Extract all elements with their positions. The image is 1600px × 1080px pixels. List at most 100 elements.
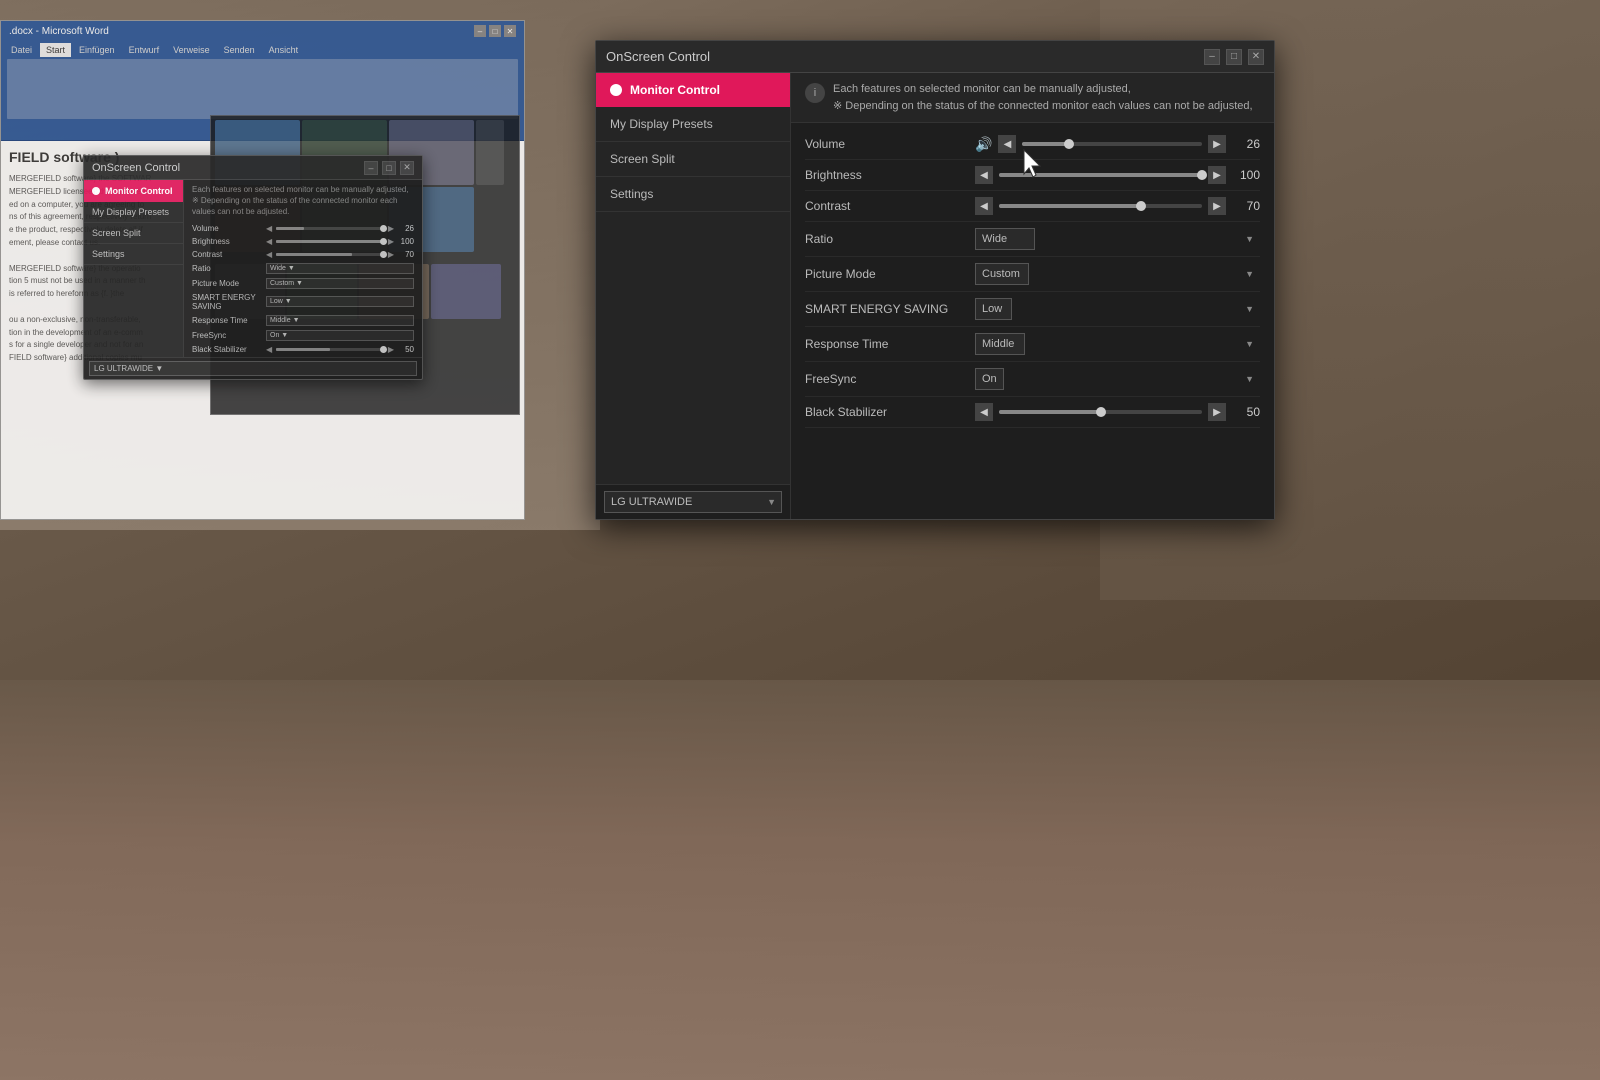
info-icon: i bbox=[805, 83, 825, 103]
response-time-label: Response Time bbox=[805, 337, 965, 351]
small-ctrl-smart-energy: SMART ENERGY SAVING Low ▼ bbox=[192, 291, 414, 313]
volume-slider[interactable] bbox=[1022, 142, 1202, 146]
small-ctrl-response: Response Time Middle ▼ bbox=[192, 313, 414, 328]
small-close-btn[interactable]: ✕ bbox=[400, 161, 414, 175]
brightness-slider-area: ◀ ▶ 100 bbox=[975, 166, 1260, 184]
picture-mode-label: Picture Mode bbox=[805, 267, 965, 281]
nav-my-display-presets[interactable]: My Display Presets bbox=[596, 107, 790, 142]
nav-settings[interactable]: Settings bbox=[596, 177, 790, 212]
small-restore-btn[interactable]: □ bbox=[382, 161, 396, 175]
osc-minimize-btn[interactable]: – bbox=[1204, 49, 1220, 65]
small-nav-split[interactable]: Screen Split bbox=[84, 223, 183, 244]
small-response-dropdown[interactable]: Middle ▼ bbox=[266, 315, 414, 326]
desk-surface bbox=[0, 680, 1600, 1080]
ratio-dropdown[interactable]: Wide Original Full Wide bbox=[975, 228, 1035, 250]
smart-energy-dropdown[interactable]: Low High Off bbox=[975, 298, 1012, 320]
volume-increase-btn[interactable]: ▶ bbox=[1208, 135, 1226, 153]
osc-small-window: OnScreen Control – □ ✕ Monitor Control M… bbox=[83, 155, 423, 380]
small-brightness-label: Brightness bbox=[192, 237, 262, 246]
brightness-fill bbox=[999, 173, 1202, 177]
monitor-select-dropdown[interactable]: LG ULTRAWIDE bbox=[604, 491, 782, 513]
word-tab-entwurf[interactable]: Entwurf bbox=[123, 43, 166, 57]
small-black-stab-value: 50 bbox=[398, 345, 414, 354]
volume-thumb bbox=[1064, 139, 1074, 149]
osc-close-btn[interactable]: ✕ bbox=[1248, 49, 1264, 65]
word-tab-verweise[interactable]: Verweise bbox=[167, 43, 216, 57]
contrast-fill bbox=[999, 204, 1141, 208]
small-ctrl-volume: Volume ◀ ▶ 26 bbox=[192, 222, 414, 235]
ratio-row: Ratio Wide Original Full Wide bbox=[805, 222, 1260, 257]
word-tab-einfuegen[interactable]: Einfügen bbox=[73, 43, 121, 57]
osc-body: Monitor Control My Display Presets Scree… bbox=[596, 73, 1274, 519]
contrast-increase-btn[interactable]: ▶ bbox=[1208, 197, 1226, 215]
black-stab-decrease-btn[interactable]: ◀ bbox=[975, 403, 993, 421]
small-ctrl-picture-mode: Picture Mode Custom ▼ bbox=[192, 276, 414, 291]
small-monitor-select: LG ULTRAWIDE ▼ bbox=[84, 357, 422, 379]
contrast-slider[interactable] bbox=[999, 204, 1202, 208]
freesync-row: FreeSync On Off bbox=[805, 362, 1260, 397]
monitor-control-dot bbox=[610, 84, 622, 96]
small-ratio-label: Ratio bbox=[192, 264, 262, 273]
monitor-select-area: LG ULTRAWIDE ▼ bbox=[596, 484, 790, 519]
small-freesync-label: FreeSync bbox=[192, 331, 262, 340]
osc-main-content: i Each features on selected monitor can … bbox=[791, 73, 1274, 519]
small-ctrl-contrast: Contrast ◀ ▶ 70 bbox=[192, 248, 414, 261]
small-nav-presets[interactable]: My Display Presets bbox=[84, 202, 183, 223]
black-stabilizer-slider[interactable] bbox=[999, 410, 1202, 414]
small-smart-energy-dropdown[interactable]: Low ▼ bbox=[266, 296, 414, 307]
small-info-text: Each features on selected monitor can be… bbox=[192, 184, 414, 218]
small-contrast-value: 70 bbox=[398, 250, 414, 259]
small-volume-slider[interactable] bbox=[276, 227, 384, 230]
word-tab-senden[interactable]: Senden bbox=[218, 43, 261, 57]
small-contrast-thumb bbox=[380, 251, 387, 258]
word-tab-datei[interactable]: Datei bbox=[5, 43, 38, 57]
osc-maximize-btn[interactable]: □ bbox=[1226, 49, 1242, 65]
small-nav-settings[interactable]: Settings bbox=[84, 244, 183, 265]
freesync-dropdown-wrapper: On Off bbox=[975, 368, 1260, 390]
freesync-label: FreeSync bbox=[805, 372, 965, 386]
small-monitor-dropdown[interactable]: LG ULTRAWIDE ▼ bbox=[89, 361, 417, 376]
brightness-increase-btn[interactable]: ▶ bbox=[1208, 166, 1226, 184]
small-brightness-slider[interactable] bbox=[276, 240, 384, 243]
small-brightness-value: 100 bbox=[398, 237, 414, 246]
freesync-dropdown[interactable]: On Off bbox=[975, 368, 1004, 390]
small-volume-label: Volume bbox=[192, 224, 262, 233]
small-picture-mode-dropdown[interactable]: Custom ▼ bbox=[266, 278, 414, 289]
osc-info-text: Each features on selected monitor can be… bbox=[833, 81, 1253, 114]
brightness-value: 100 bbox=[1232, 168, 1260, 182]
word-title: .docx - Microsoft Word bbox=[9, 26, 109, 37]
black-stab-increase-btn[interactable]: ▶ bbox=[1208, 403, 1226, 421]
response-time-dropdown[interactable]: Middle Fast Faster Normal bbox=[975, 333, 1025, 355]
word-close-btn[interactable]: ✕ bbox=[504, 25, 516, 37]
ratio-label: Ratio bbox=[805, 232, 965, 246]
picture-mode-dropdown[interactable]: Custom Game 1 Game 2 Photo bbox=[975, 263, 1029, 285]
word-maximize-btn[interactable]: □ bbox=[489, 25, 501, 37]
contrast-decrease-btn[interactable]: ◀ bbox=[975, 197, 993, 215]
small-contrast-slider[interactable] bbox=[276, 253, 384, 256]
brightness-label: Brightness bbox=[805, 168, 965, 182]
volume-decrease-btn[interactable]: ◀ bbox=[998, 135, 1016, 153]
small-volume-fill bbox=[276, 227, 304, 230]
word-tabs: Datei Start Einfügen Entwurf Verweise Se… bbox=[5, 43, 520, 57]
osc-window-buttons: – □ ✕ bbox=[1204, 49, 1264, 65]
volume-row: Volume 🔊 ◀ ▶ 26 bbox=[805, 129, 1260, 160]
word-minimize-btn[interactable]: – bbox=[474, 25, 486, 37]
word-tab-start[interactable]: Start bbox=[40, 43, 71, 57]
small-ctrl-brightness: Brightness ◀ ▶ 100 bbox=[192, 235, 414, 248]
nav-screen-split[interactable]: Screen Split bbox=[596, 142, 790, 177]
monitor-control-button[interactable]: Monitor Control bbox=[596, 73, 790, 107]
small-monitor-control[interactable]: Monitor Control bbox=[84, 180, 183, 202]
word-tab-ansicht[interactable]: Ansicht bbox=[263, 43, 305, 57]
osc-info-line2: ※ Depending on the status of the connect… bbox=[833, 100, 1253, 112]
brightness-slider[interactable] bbox=[999, 173, 1202, 177]
picture-mode-row: Picture Mode Custom Game 1 Game 2 Photo bbox=[805, 257, 1260, 292]
small-ratio-dropdown[interactable]: Wide ▼ bbox=[266, 263, 414, 274]
black-stabilizer-slider-area: ◀ ▶ 50 bbox=[975, 403, 1260, 421]
brightness-decrease-btn[interactable]: ◀ bbox=[975, 166, 993, 184]
small-black-stab-fill bbox=[276, 348, 330, 351]
volume-label: Volume bbox=[805, 137, 965, 151]
small-freesync-dropdown[interactable]: On ▼ bbox=[266, 330, 414, 341]
small-minimize-btn[interactable]: – bbox=[364, 161, 378, 175]
volume-fill bbox=[1022, 142, 1069, 146]
small-black-stab-slider[interactable] bbox=[276, 348, 384, 351]
